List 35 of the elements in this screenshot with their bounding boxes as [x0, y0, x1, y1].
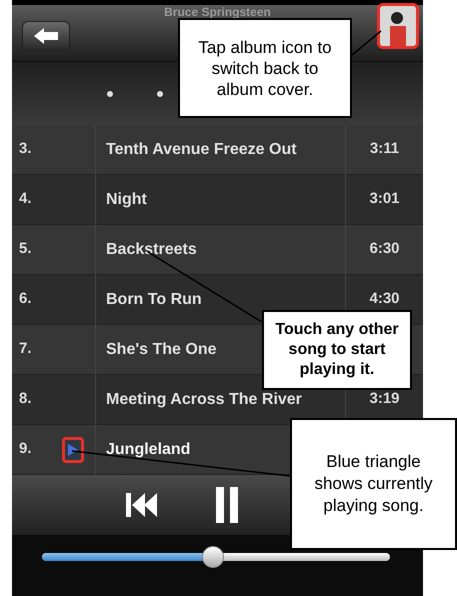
- leader-line: [352, 30, 382, 56]
- track-number: 9.: [18, 439, 33, 460]
- track-duration: 3:11: [370, 139, 400, 160]
- track-title: Backstreets: [106, 240, 197, 260]
- track-row[interactable]: 5. Backstreets 6:30: [12, 225, 423, 275]
- callout-tooltip: Tap album icon to switch back to album cover.: [178, 18, 352, 118]
- track-number: 4.: [18, 189, 33, 210]
- artist-title: Bruce Springsteen: [163, 5, 272, 19]
- track-title: She's The One: [106, 340, 216, 360]
- track-row[interactable]: 4. Night 3:01: [12, 175, 423, 225]
- track-duration: 6:30: [369, 239, 400, 260]
- album-thumbnail[interactable]: [377, 3, 419, 49]
- track-duration: 3:01: [369, 189, 400, 210]
- track-number: 5.: [18, 239, 33, 260]
- callout-tooltip: Touch any other song to start playing it.: [262, 310, 412, 390]
- track-row[interactable]: 3. Tenth Avenue Freeze Out 3:11: [12, 125, 423, 175]
- track-title: Night: [106, 190, 147, 210]
- previous-icon: [125, 492, 159, 518]
- track-number: 6.: [18, 289, 33, 310]
- play-triangle-icon: [68, 444, 78, 456]
- back-button[interactable]: [22, 21, 70, 51]
- track-number: 8.: [18, 389, 33, 410]
- track-duration: 4:30: [369, 289, 400, 310]
- track-title: Born To Run: [106, 290, 202, 310]
- track-number: 7.: [18, 339, 33, 360]
- track-number: 3.: [18, 139, 33, 160]
- page-dots-icon: [107, 90, 163, 96]
- track-title: Jungleland: [106, 440, 190, 460]
- track-title: Tenth Avenue Freeze Out: [106, 140, 297, 160]
- callout-tooltip: Blue triangle shows currently playing song.: [290, 418, 457, 550]
- left-arrow-icon: [33, 27, 59, 45]
- pause-icon: [216, 487, 238, 523]
- track-duration: 3:19: [369, 389, 400, 410]
- scrubber-thumb[interactable]: [202, 546, 224, 568]
- track-title: Meeting Across The River: [106, 390, 302, 410]
